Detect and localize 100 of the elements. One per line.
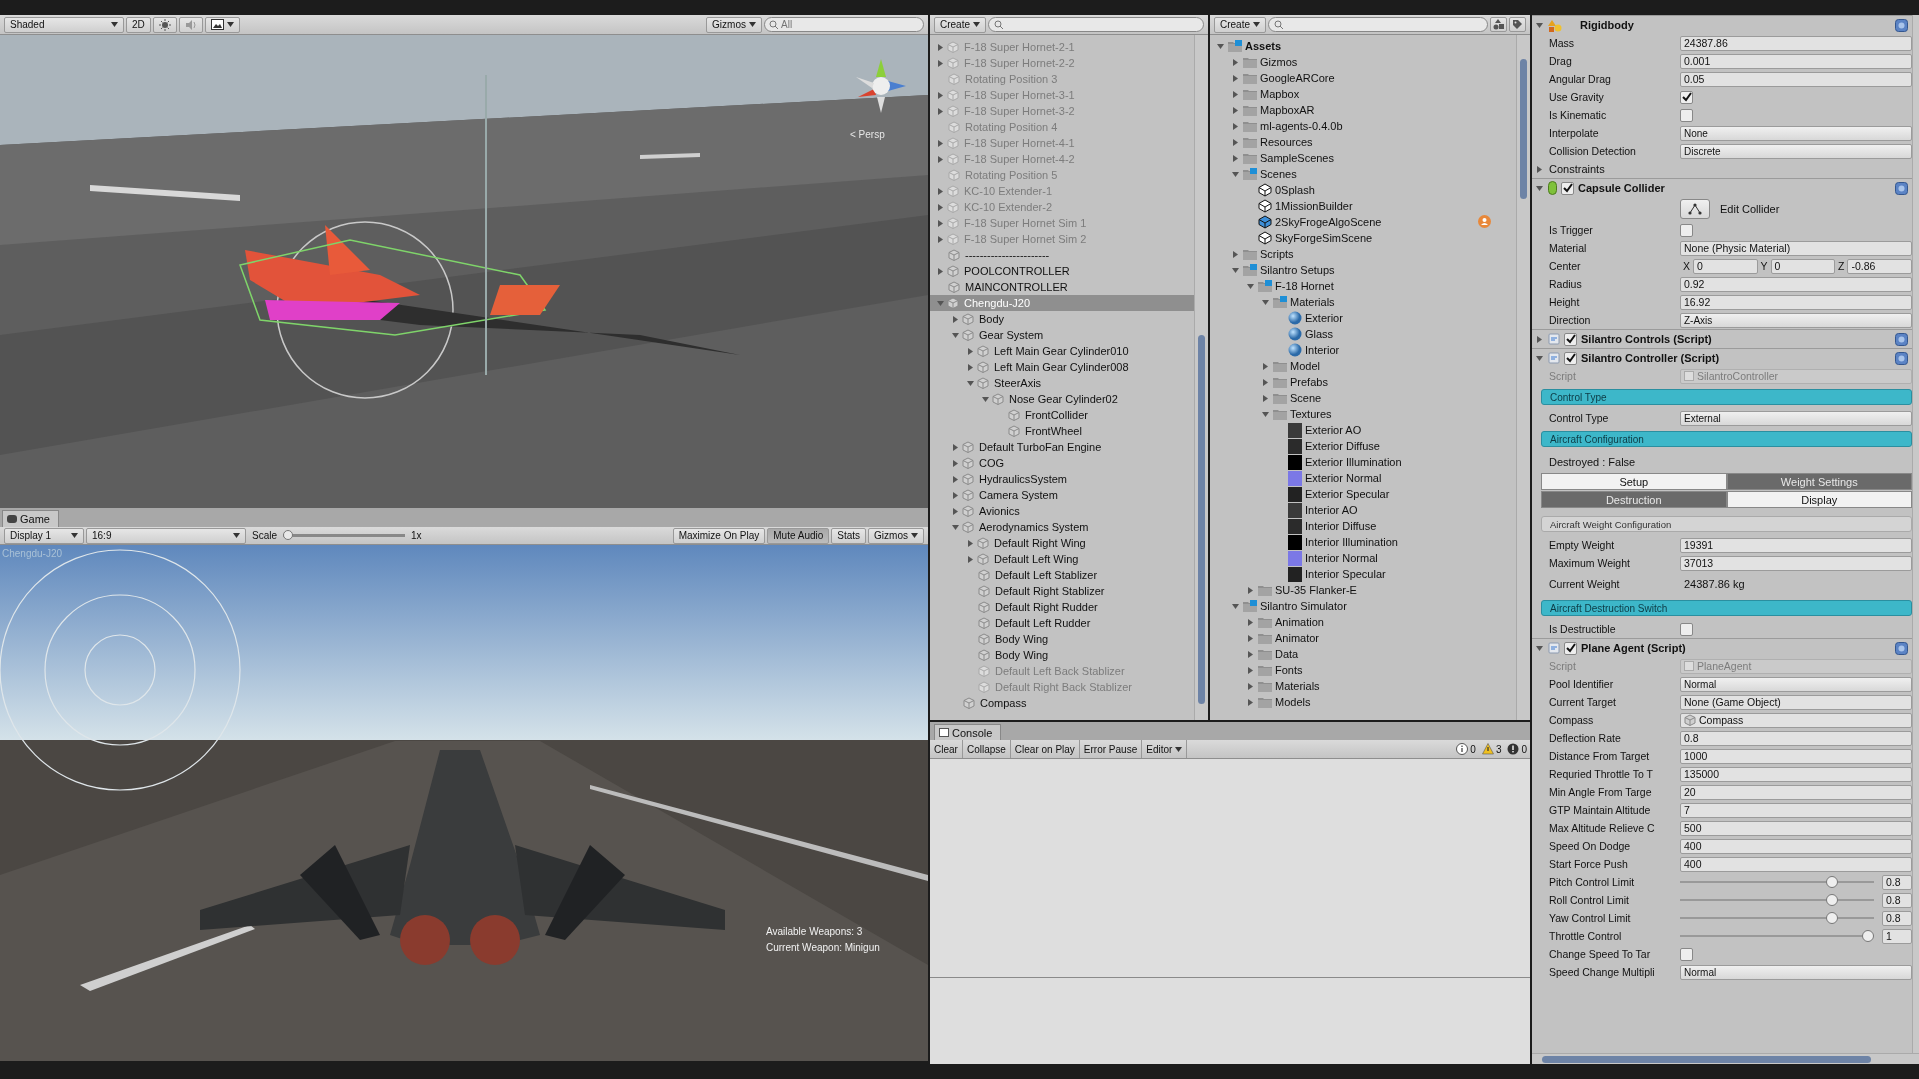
caret-right-icon[interactable] (936, 266, 945, 276)
caret-right-icon[interactable] (1231, 89, 1240, 99)
number-field[interactable]: 19391 (1680, 537, 1912, 553)
caret-right-icon[interactable] (951, 474, 960, 484)
caret-right-icon[interactable] (1261, 393, 1270, 403)
checkbox[interactable] (1680, 947, 1693, 961)
number-field[interactable]: 24387.86 (1680, 35, 1912, 51)
asset-item[interactable]: Assets (1210, 38, 1516, 54)
caret-right-icon[interactable] (936, 218, 945, 228)
caret-down-icon[interactable] (1261, 297, 1270, 307)
asset-item[interactable]: MapboxAR (1210, 102, 1516, 118)
checkbox[interactable] (1680, 622, 1693, 636)
hierarchy-item[interactable]: POOLCONTROLLER (930, 263, 1194, 279)
caret-right-icon[interactable] (936, 106, 945, 116)
foldout-label[interactable]: Constraints (1549, 163, 1605, 175)
caret-right-icon[interactable] (936, 234, 945, 244)
asset-item[interactable]: Gizmos (1210, 54, 1516, 70)
caret-right-icon[interactable] (1535, 164, 1544, 174)
toolbar-button[interactable]: Display (1726, 491, 1912, 508)
number-field[interactable]: 0 (1770, 258, 1836, 274)
asset-item[interactable]: Exterior AO (1210, 422, 1516, 438)
hierarchy-item[interactable]: Avionics (930, 503, 1194, 519)
hierarchy-item[interactable]: Left Main Gear Cylinder010 (930, 343, 1194, 359)
asset-item[interactable]: Interior Normal (1210, 550, 1516, 566)
asset-item[interactable]: ml-agents-0.4.0b (1210, 118, 1516, 134)
caret-right-icon[interactable] (1231, 57, 1240, 67)
number-field[interactable]: 1 (1882, 928, 1912, 944)
caret-right-icon[interactable] (1246, 681, 1255, 691)
asset-item[interactable]: SkyForgeSimScene (1210, 230, 1516, 246)
lighting-button[interactable] (152, 16, 177, 33)
hierarchy-item[interactable]: Compass (930, 695, 1194, 711)
asset-item[interactable]: Glass (1210, 326, 1516, 342)
hierarchy-item[interactable]: Body Wing (930, 631, 1194, 647)
number-field[interactable]: 16.92 (1680, 294, 1912, 310)
asset-item[interactable]: Exterior Normal (1210, 470, 1516, 486)
number-field[interactable]: 7 (1680, 802, 1912, 818)
caret-down-icon[interactable] (966, 378, 975, 388)
search-field[interactable]: All (764, 17, 924, 32)
asset-item[interactable]: Interior Illumination (1210, 534, 1516, 550)
caret-right-icon[interactable] (1246, 649, 1255, 659)
hierarchy-item[interactable]: Default Right Rudder (930, 599, 1194, 615)
caret-right-icon[interactable] (966, 554, 975, 564)
asset-item[interactable]: Interior Diffuse (1210, 518, 1516, 534)
hierarchy-item[interactable]: Body (930, 311, 1194, 327)
asset-item[interactable]: Prefabs (1210, 374, 1516, 390)
dropdown[interactable]: Discrete (1680, 143, 1912, 159)
caret-right-icon[interactable] (936, 138, 945, 148)
caret-right-icon[interactable] (1535, 334, 1544, 344)
hierarchy-item[interactable]: MAINCONTROLLER (930, 279, 1194, 295)
hierarchy-item[interactable]: Aerodynamics System (930, 519, 1194, 535)
asset-item[interactable]: Model (1210, 358, 1516, 374)
hierarchy-item[interactable]: Default Left Wing (930, 551, 1194, 567)
hierarchy-item[interactable]: Default Left Rudder (930, 615, 1194, 631)
asset-item[interactable]: Silantro Setups (1210, 262, 1516, 278)
asset-item[interactable]: Interior (1210, 342, 1516, 358)
checkbox[interactable] (1680, 90, 1693, 104)
toolbar-button[interactable]: Weight Settings (1726, 473, 1912, 490)
asset-item[interactable]: SampleScenes (1210, 150, 1516, 166)
caret-right-icon[interactable] (966, 346, 975, 356)
number-field[interactable]: 1000 (1680, 748, 1912, 764)
number-field[interactable]: 0.05 (1680, 71, 1912, 87)
number-field[interactable]: 37013 (1680, 555, 1912, 571)
caret-right-icon[interactable] (1246, 697, 1255, 707)
hierarchy-item[interactable]: Gear System (930, 327, 1194, 343)
scrollbar[interactable] (1912, 15, 1919, 1053)
effects-dropdown[interactable] (204, 16, 240, 33)
toolbar-button[interactable]: Clear on Play (1010, 740, 1080, 758)
caret-right-icon[interactable] (936, 42, 945, 52)
asset-item[interactable]: Data (1210, 646, 1516, 662)
asset-item[interactable]: GoogleARCore (1210, 70, 1516, 86)
caret-down-icon[interactable] (1246, 281, 1255, 291)
hierarchy-item[interactable]: Body Wing (930, 647, 1194, 663)
caret-right-icon[interactable] (1246, 585, 1255, 595)
slider-thumb[interactable] (1825, 876, 1838, 888)
caret-down-icon[interactable] (1231, 169, 1240, 179)
asset-item[interactable]: Textures (1210, 406, 1516, 422)
toolbar-button[interactable]: Destruction (1541, 491, 1727, 508)
caret-right-icon[interactable] (951, 314, 960, 324)
toolbar-button[interactable]: Clear (930, 740, 963, 758)
scrollbar[interactable] (1194, 35, 1208, 720)
caret-right-icon[interactable] (1231, 249, 1240, 259)
caret-right-icon[interactable] (936, 58, 945, 68)
edit-collider-button[interactable] (1680, 199, 1710, 219)
toolbar-button[interactable]: Setup (1541, 473, 1727, 490)
asset-item[interactable]: Exterior Specular (1210, 486, 1516, 502)
caret-right-icon[interactable] (936, 90, 945, 100)
help-icon[interactable] (1895, 332, 1908, 346)
asset-item[interactable]: Exterior Illumination (1210, 454, 1516, 470)
caret-right-icon[interactable] (966, 362, 975, 372)
asset-item[interactable]: Exterior (1210, 310, 1516, 326)
caret-down-icon[interactable] (951, 330, 960, 340)
object-field[interactable]: None (Physic Material) (1680, 240, 1912, 256)
hierarchy-item[interactable]: Default TurboFan Engine (930, 439, 1194, 455)
help-icon[interactable] (1895, 18, 1908, 32)
filter-by-label-button[interactable] (1509, 17, 1526, 32)
caret-right-icon[interactable] (936, 202, 945, 212)
object-field[interactable]: Compass (1680, 712, 1912, 728)
shading-dropdown[interactable]: Shaded (4, 16, 124, 33)
caret-down-icon[interactable] (951, 522, 960, 532)
scale-slider[interactable] (283, 530, 405, 541)
